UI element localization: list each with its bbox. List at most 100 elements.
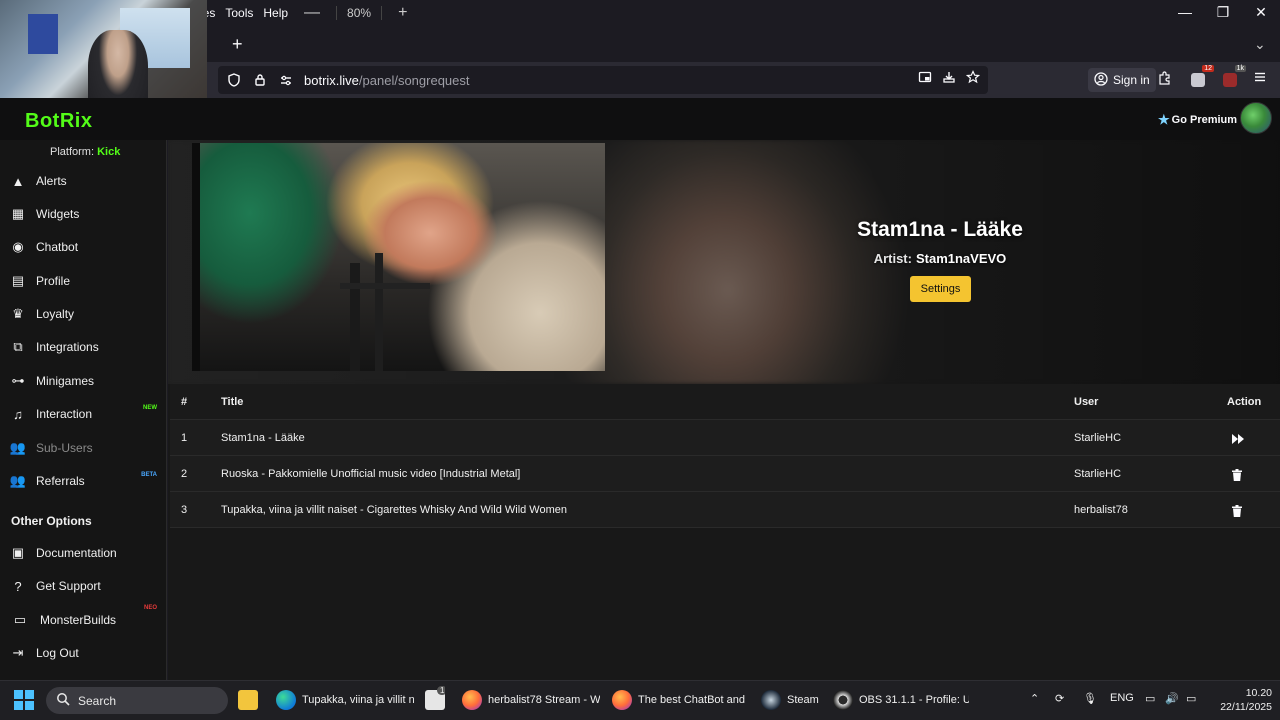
sidebar-item-profile[interactable]: ▤ Profile xyxy=(0,266,167,296)
go-premium-label: Go Premium xyxy=(1171,114,1238,126)
botrix-logo[interactable]: BotRix xyxy=(25,110,92,133)
video-frame xyxy=(200,143,605,371)
video-player[interactable] xyxy=(192,143,605,371)
sidebar-item-label: Interaction xyxy=(36,407,93,421)
zoom-level[interactable]: 80% xyxy=(336,6,383,20)
table-row: 3 Tupakka, viina ja villit naiset - Ciga… xyxy=(170,492,1280,528)
sidebar-item-label: Get Support xyxy=(36,579,101,593)
go-premium-button[interactable]: ★ Go Premium xyxy=(1158,112,1237,128)
sidebar-item-referrals[interactable]: 👥 Referrals BETA xyxy=(0,466,167,496)
bookmark-star-icon[interactable] xyxy=(965,70,981,87)
sidebar-item-label: MonsterBuilds xyxy=(40,613,117,627)
sidebar-item-get-support[interactable]: ? Get Support xyxy=(0,571,167,601)
platform-value: Kick xyxy=(97,146,121,158)
lock-icon[interactable] xyxy=(250,70,270,90)
window-close-button[interactable]: ✕ xyxy=(1242,4,1280,24)
clock-date: 22/11/2025 xyxy=(1220,701,1272,713)
webcam-flag xyxy=(28,14,58,54)
tray-language[interactable]: ENG xyxy=(1110,692,1134,704)
gamepad-icon: ⊶ xyxy=(11,373,25,388)
taskbar-firefox-stream[interactable]: herbalist78 Stream - Wa xyxy=(462,686,600,714)
tray-chevron-up-icon[interactable]: ⌃ xyxy=(1030,692,1039,705)
extensions-puzzle-icon[interactable] xyxy=(1155,70,1175,90)
store-badge: 1 xyxy=(437,686,445,695)
table-header-row: # Title User Action xyxy=(170,384,1280,420)
sidebar-item-integrations[interactable]: ⧉ Integrations xyxy=(0,332,167,362)
url-text[interactable]: botrix.live/panel/songrequest xyxy=(304,73,470,88)
taskbar-edge[interactable]: Tupakka, viina ja villit na xyxy=(276,686,414,714)
taskbar-steam[interactable]: Steam xyxy=(761,686,821,714)
user-avatar[interactable] xyxy=(1240,102,1272,134)
tray-display-icon[interactable]: ▭ xyxy=(1145,692,1155,705)
sidebar-item-sub-users[interactable]: 👥 Sub-Users xyxy=(0,433,167,463)
sign-in-label: Sign in xyxy=(1113,73,1150,87)
taskbar-store[interactable]: 1 xyxy=(425,686,445,714)
taskbar-obs[interactable]: OBS 31.1.1 - Profile: Unti xyxy=(833,686,969,714)
users-icon: 👥 xyxy=(9,440,27,455)
site-header xyxy=(0,98,1280,140)
row-number: 2 xyxy=(181,468,188,480)
window-restore-button[interactable]: ❐ xyxy=(1204,4,1242,24)
sidebar-item-label: Widgets xyxy=(36,207,80,221)
extension-icon-2[interactable]: 1k xyxy=(1220,65,1246,90)
clock-time: 10.20 xyxy=(1245,687,1272,699)
taskbar-clock[interactable]: 10.20 22/11/2025 xyxy=(1208,686,1272,714)
sidebar-item-widgets[interactable]: ▦ Widgets xyxy=(0,199,167,229)
window-minimize-button[interactable]: — xyxy=(1166,4,1204,24)
tray-sync-icon[interactable]: ⟳ xyxy=(1055,692,1064,705)
row-number: 1 xyxy=(181,432,188,444)
file-explorer-icon xyxy=(238,690,258,710)
menu-item-help[interactable]: Help xyxy=(263,6,288,20)
zoom-in-button[interactable]: + xyxy=(392,4,413,22)
zoom-out-button[interactable]: — xyxy=(298,4,326,22)
logout-icon: ⇥ xyxy=(12,645,24,660)
shield-icon[interactable] xyxy=(224,70,244,90)
tray-microphone-icon[interactable]: 🎙 xyxy=(1083,692,1097,705)
taskbar-app-label: OBS 31.1.1 - Profile: Unti xyxy=(859,694,969,706)
sidebar-item-minigames[interactable]: ⊶ Minigames xyxy=(0,366,167,396)
taskbar-file-explorer[interactable] xyxy=(238,686,258,714)
hamburger-menu-icon[interactable] xyxy=(1250,70,1270,90)
tray-battery-icon[interactable]: ▭ xyxy=(1186,692,1196,705)
extension-icon-1[interactable]: 12 xyxy=(1188,65,1214,90)
sidebar-item-interaction[interactable]: ♫ Interaction NEW xyxy=(0,399,167,429)
trash-icon[interactable] xyxy=(1232,456,1242,492)
id-card-icon: ▤ xyxy=(11,273,25,288)
page-permissions-icon[interactable] xyxy=(276,70,296,90)
sidebar-item-monsterbuilds[interactable]: ▭ MonsterBuilds NEO xyxy=(0,605,167,635)
users-icon: 👥 xyxy=(9,473,27,488)
list-all-tabs-icon[interactable]: ⌄ xyxy=(1254,36,1266,53)
book-icon: ▣ xyxy=(11,545,25,560)
artist-name: Stam1naVEVO xyxy=(915,251,1007,266)
robot-icon: ◉ xyxy=(12,239,24,254)
sign-in-button[interactable]: Sign in xyxy=(1088,68,1156,92)
beta-badge: BETA xyxy=(141,472,157,478)
trash-icon[interactable] xyxy=(1232,492,1242,528)
url-bar[interactable]: botrix.live/panel/songrequest xyxy=(218,66,988,94)
tray-volume-icon[interactable]: 🔊 xyxy=(1165,692,1179,705)
sidebar-item-documentation[interactable]: ▣ Documentation xyxy=(0,538,167,568)
skip-forward-icon[interactable] xyxy=(1232,420,1244,456)
sidebar-item-loyalty[interactable]: ♛ Loyalty xyxy=(0,299,167,329)
sidebar-item-label: Referrals xyxy=(36,474,85,488)
menu-item-tools[interactable]: Tools xyxy=(225,6,253,20)
windows-start-icon[interactable] xyxy=(14,690,34,710)
taskbar-firefox-chatbot[interactable]: The best ChatBot and W xyxy=(612,686,748,714)
edge-icon xyxy=(276,690,296,710)
sidebar-item-label: Sub-Users xyxy=(36,441,93,455)
row-title: Stam1na - Lääke xyxy=(221,432,305,444)
picture-in-picture-icon[interactable] xyxy=(918,70,932,87)
url-path: /panel/songrequest xyxy=(358,72,470,88)
trophy-icon: ♛ xyxy=(12,306,24,321)
table-row: 1 Stam1na - Lääke StarlieHC xyxy=(170,420,1280,456)
row-user: StarlieHC xyxy=(1074,432,1122,444)
firefox-icon xyxy=(612,690,632,710)
taskbar-search[interactable]: Search xyxy=(46,687,228,714)
settings-button[interactable]: Settings xyxy=(910,276,971,302)
sidebar-item-chatbot[interactable]: ◉ Chatbot xyxy=(0,232,167,262)
sidebar-item-alerts[interactable]: ▲ Alerts xyxy=(0,166,167,196)
new-tab-button[interactable]: + xyxy=(232,34,243,55)
install-download-icon[interactable] xyxy=(942,70,956,87)
search-icon xyxy=(56,692,70,709)
sidebar-item-log-out[interactable]: ⇥ Log Out xyxy=(0,638,167,668)
